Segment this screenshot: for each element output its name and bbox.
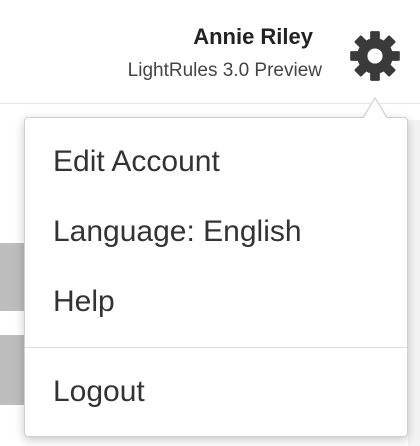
user-name: Annie Riley: [193, 24, 313, 49]
settings-button[interactable]: [346, 24, 404, 88]
menu-divider: [25, 347, 407, 348]
background-panel: [0, 335, 26, 405]
menu-item-language[interactable]: Language: English: [25, 204, 407, 260]
background-panel: [0, 243, 26, 311]
account-dropdown-menu: Edit Account Language: English Help Logo…: [24, 117, 408, 437]
app-version: LightRules 3.0 Preview: [127, 60, 322, 81]
menu-item-logout[interactable]: Logout: [25, 364, 407, 420]
menu-item-help[interactable]: Help: [25, 274, 407, 330]
header: Annie Riley LightRules 3.0 Preview: [0, 0, 420, 104]
background-panel: [408, 120, 420, 446]
dropdown-caret: [362, 97, 388, 119]
gear-icon: [350, 31, 400, 81]
screen: Annie Riley LightRules 3.0 Preview Edit …: [0, 0, 420, 446]
menu-item-edit-account[interactable]: Edit Account: [25, 134, 407, 190]
